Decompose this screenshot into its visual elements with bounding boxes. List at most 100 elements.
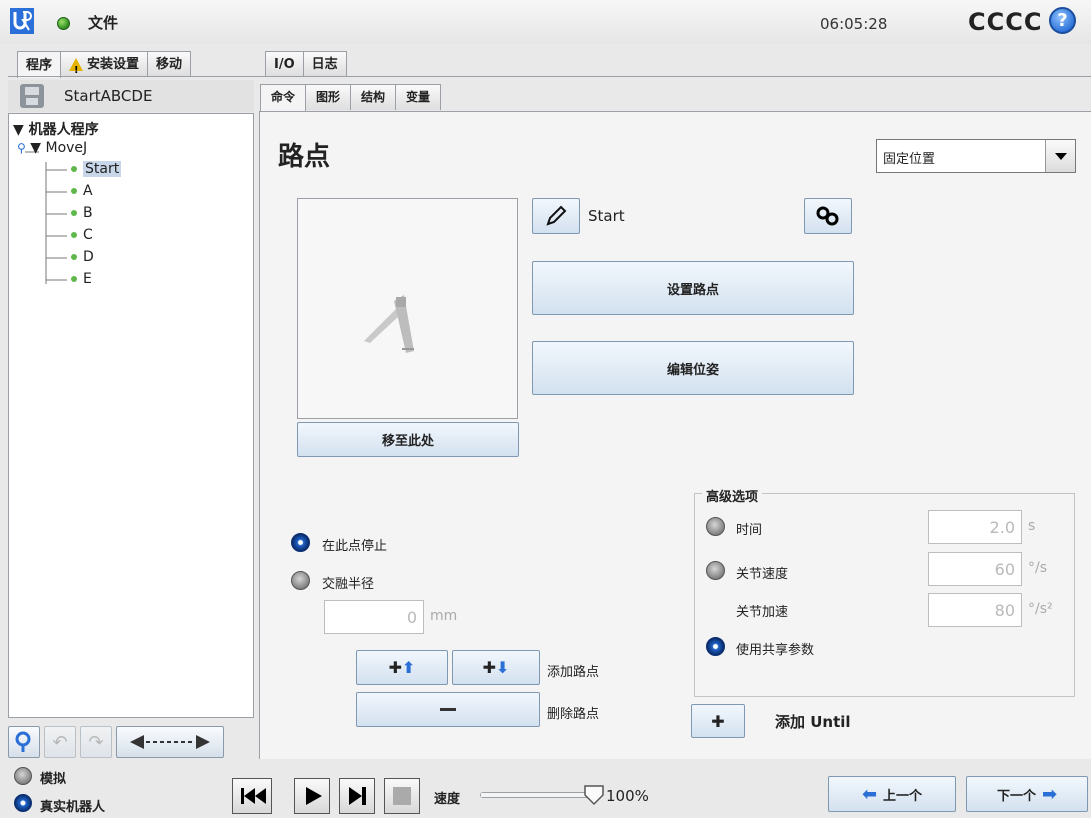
tab-move[interactable]: 移动 (147, 51, 192, 76)
remove-waypoint-label: 删除路点 (547, 707, 600, 722)
blend-radius-radio[interactable] (291, 571, 310, 590)
arrow-right-icon: ➡ (1041, 783, 1058, 805)
joint-accel-input[interactable]: 80 (928, 593, 1022, 627)
tree-toolbar: ↶ ↷ (8, 726, 224, 758)
position-type-value: 固定位置 (883, 152, 936, 167)
step-button[interactable] (339, 778, 375, 814)
minus-icon (440, 708, 456, 711)
time-unit: s (1028, 518, 1036, 534)
redo-button[interactable]: ↷ (80, 726, 112, 758)
stop-button[interactable] (384, 778, 420, 814)
search-icon (15, 731, 31, 752)
set-waypoint-button[interactable]: 设置路点 (532, 261, 854, 315)
time-label: 时间 (736, 523, 763, 538)
previous-button[interactable]: ⬅ 上一个 (828, 776, 956, 812)
help-icon[interactable]: ? (1049, 7, 1076, 34)
tab-label: 程序 (26, 57, 53, 73)
chevron-down-icon[interactable] (1045, 140, 1075, 172)
shared-params-radio[interactable] (706, 637, 725, 656)
main-tabs-left: 程序 安装设置 移动 (17, 51, 192, 82)
simulation-radio[interactable] (14, 767, 32, 785)
pencil-icon (546, 205, 567, 226)
time-radio[interactable] (706, 517, 725, 536)
undo-button[interactable]: ↶ (44, 726, 76, 758)
tree-movej[interactable]: ⚲ ▼ MoveJ (17, 140, 87, 156)
link-button[interactable] (804, 198, 852, 234)
expand-icon[interactable]: ▼ (30, 140, 41, 156)
add-waypoint-after-button[interactable]: ✚ ⬇ (452, 650, 540, 685)
warning-icon (69, 57, 84, 82)
tab-variables[interactable]: 变量 (395, 84, 442, 110)
clock: 06:05:28 (820, 15, 888, 33)
add-waypoint-before-button[interactable]: ✚ ⬆ (356, 650, 448, 685)
robot-status-icon[interactable] (57, 17, 70, 30)
tree-item-label: A (83, 183, 93, 199)
tree-item[interactable]: E (71, 271, 92, 287)
waypoint-icon (71, 232, 77, 238)
search-button[interactable] (8, 726, 40, 758)
joint-speed-radio[interactable] (706, 561, 725, 580)
remove-waypoint-button[interactable] (356, 692, 540, 727)
next-button[interactable]: 下一个 ➡ (966, 776, 1088, 812)
tree-item-label: E (83, 271, 92, 287)
tab-log[interactable]: 日志 (302, 51, 347, 76)
rewind-button[interactable] (232, 778, 272, 814)
move-here-button[interactable]: 移至此处 (297, 422, 519, 457)
edit-pose-button[interactable]: 编辑位姿 (532, 341, 854, 395)
tree-movej-label: MoveJ (45, 140, 88, 156)
main-tabs-right: I/O 日志 (265, 51, 347, 76)
tree-item[interactable]: B (71, 205, 93, 221)
tab-program[interactable]: 程序 (17, 51, 62, 78)
play-button[interactable] (294, 778, 330, 814)
robot-arm-image (364, 295, 414, 353)
title-bar: 文件 06:05:28 CCCC ? (0, 0, 1091, 44)
stop-at-point-label: 在此点停止 (322, 539, 388, 554)
joint-speed-input[interactable]: 60 (928, 552, 1022, 586)
expand-icon[interactable]: ▼ (13, 122, 29, 138)
collapse-tree-button[interactable] (116, 726, 224, 758)
tree-item[interactable]: C (71, 227, 93, 243)
time-input[interactable]: 2.0 (928, 510, 1022, 544)
tree-item[interactable]: Start (71, 161, 122, 177)
tree-item[interactable]: A (71, 183, 93, 199)
tab-structure[interactable]: 结构 (350, 84, 397, 110)
tree-root[interactable]: ▼ 机器人程序 (13, 119, 99, 139)
arrow-both-icon (130, 735, 210, 749)
program-name: StartABCDE (64, 87, 153, 105)
joint-accel-label: 关节加速 (736, 605, 789, 620)
real-robot-radio[interactable] (14, 794, 32, 812)
previous-label: 上一个 (883, 788, 923, 804)
file-menu[interactable]: 文件 (88, 12, 118, 33)
joint-speed-unit: °/s (1028, 560, 1048, 576)
tree-item[interactable]: D (71, 249, 94, 265)
tab-io[interactable]: I/O (265, 51, 304, 76)
add-waypoint-label: 添加路点 (547, 665, 600, 680)
arrow-down-icon: ⬇ (496, 658, 510, 677)
speed-label: 速度 (434, 792, 461, 807)
waypoint-icon (71, 276, 77, 282)
speed-slider-track[interactable] (480, 792, 594, 798)
tab-label: I/O (274, 56, 295, 72)
joint-speed-label: 关节速度 (736, 567, 789, 582)
program-header: StartABCDE (8, 80, 254, 112)
save-icon[interactable] (20, 84, 44, 108)
waypoint-icon (71, 254, 77, 260)
tab-graphics[interactable]: 图形 (305, 84, 352, 110)
waypoint-icon (71, 210, 77, 216)
link-icon (816, 206, 839, 226)
stop-icon (393, 787, 411, 805)
advanced-options-title: 高级选项 (702, 486, 763, 505)
add-until-button[interactable]: ✚ (691, 704, 745, 738)
tab-divider (8, 76, 1091, 77)
stop-at-point-radio[interactable] (291, 533, 310, 552)
edit-name-button[interactable] (532, 198, 580, 234)
position-type-select[interactable]: 固定位置 (876, 139, 1076, 173)
plus-icon: ✚ (388, 658, 402, 677)
robot-name: CCCC (968, 8, 1043, 36)
speed-slider-thumb[interactable] (583, 783, 605, 807)
real-robot-label: 真实机器人 (40, 800, 106, 815)
tab-command[interactable]: 命令 (260, 84, 307, 112)
tab-label: 移动 (156, 56, 183, 72)
tab-installation[interactable]: 安装设置 (60, 51, 149, 82)
blend-radius-input[interactable]: 0 (324, 600, 424, 634)
